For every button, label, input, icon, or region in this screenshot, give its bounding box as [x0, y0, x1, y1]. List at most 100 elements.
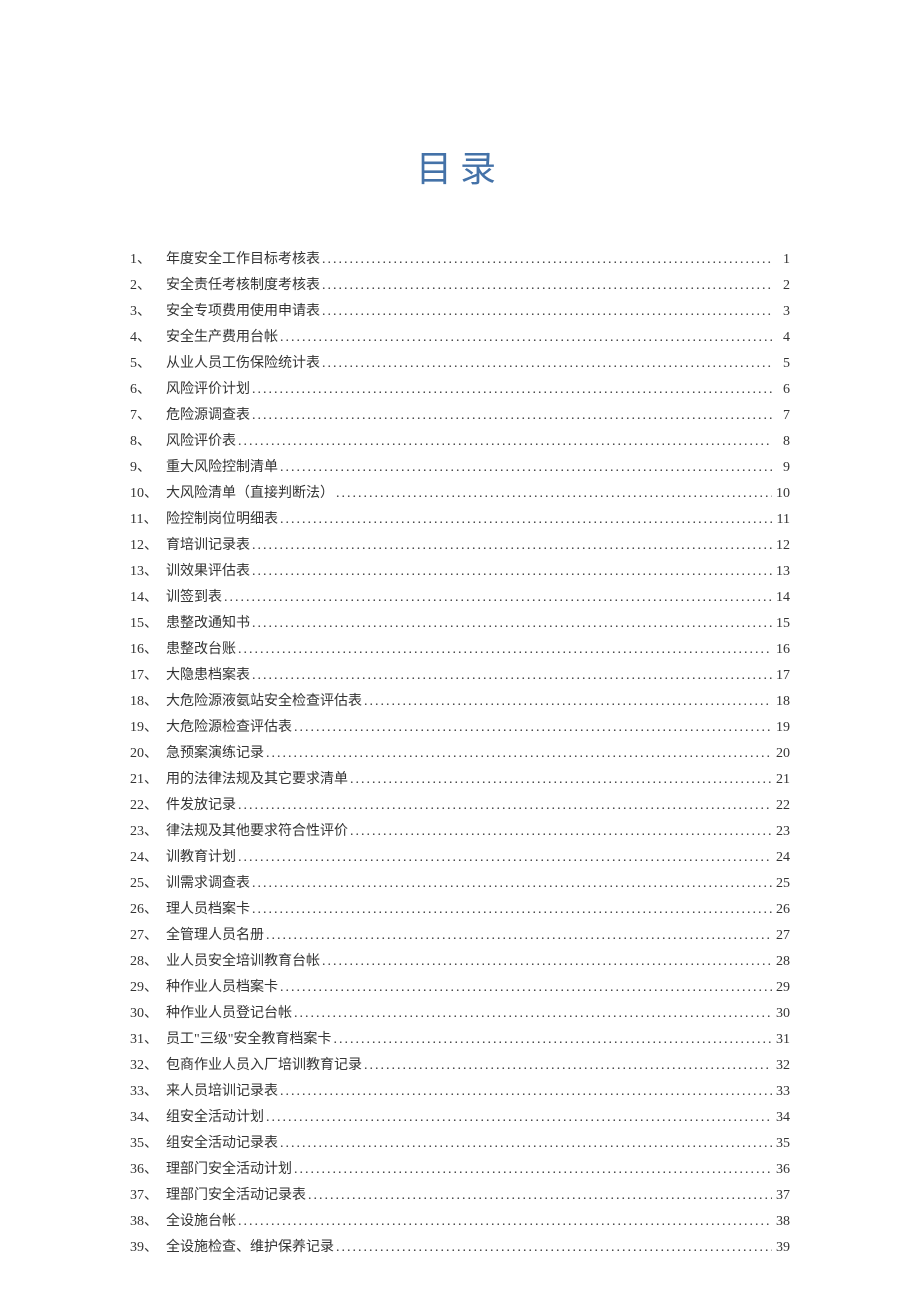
toc-leader-dots	[334, 481, 772, 507]
toc-number: 10、	[130, 481, 166, 507]
toc-entry[interactable]: 25、训需求调查表25	[130, 871, 790, 897]
toc-label: 件发放记录	[166, 793, 236, 819]
toc-label: 大危险源检查评估表	[166, 715, 292, 741]
toc-label: 包商作业人员入厂培训教育记录	[166, 1053, 362, 1079]
toc-entry[interactable]: 2、安全责任考核制度考核表2	[130, 273, 790, 299]
toc-leader-dots	[250, 871, 772, 897]
toc-number: 7、	[130, 403, 166, 429]
toc-page-number: 23	[772, 819, 790, 845]
toc-label: 从业人员工伤保险统计表	[166, 351, 320, 377]
toc-entry[interactable]: 18、大危险源液氨站安全检查评估表18	[130, 689, 790, 715]
toc-leader-dots	[320, 351, 772, 377]
toc-entry[interactable]: 32、包商作业人员入厂培训教育记录32	[130, 1053, 790, 1079]
toc-page-number: 31	[772, 1027, 790, 1053]
toc-entry[interactable]: 5、从业人员工伤保险统计表5	[130, 351, 790, 377]
toc-leader-dots	[264, 923, 772, 949]
toc-entry[interactable]: 11、险控制岗位明细表11	[130, 507, 790, 533]
toc-leader-dots	[278, 1131, 772, 1157]
toc-entry[interactable]: 14、训签到表14	[130, 585, 790, 611]
toc-leader-dots	[362, 689, 772, 715]
toc-entry[interactable]: 28、业人员安全培训教育台帐28	[130, 949, 790, 975]
toc-entry[interactable]: 37、理部门安全活动记录表37	[130, 1183, 790, 1209]
toc-entry[interactable]: 35、组安全活动记录表35	[130, 1131, 790, 1157]
toc-page-number: 25	[772, 871, 790, 897]
toc-number: 3、	[130, 299, 166, 325]
toc-page-number: 19	[772, 715, 790, 741]
toc-label: 种作业人员登记台帐	[166, 1001, 292, 1027]
toc-label: 大风险清单（直接判断法）	[166, 481, 334, 507]
toc-page-number: 13	[772, 559, 790, 585]
toc-page-number: 21	[772, 767, 790, 793]
toc-label: 理人员档案卡	[166, 897, 250, 923]
toc-label: 理部门安全活动记录表	[166, 1183, 306, 1209]
toc-leader-dots	[292, 1001, 772, 1027]
toc-entry[interactable]: 30、种作业人员登记台帐30	[130, 1001, 790, 1027]
toc-page-number: 10	[772, 481, 790, 507]
toc-entry[interactable]: 15、患整改通知书15	[130, 611, 790, 637]
toc-number: 6、	[130, 377, 166, 403]
toc-page-number: 12	[772, 533, 790, 559]
toc-label: 安全专项费用使用申请表	[166, 299, 320, 325]
toc-entry[interactable]: 26、理人员档案卡26	[130, 897, 790, 923]
toc-label: 风险评价表	[166, 429, 236, 455]
toc-entry[interactable]: 8、风险评价表8	[130, 429, 790, 455]
toc-leader-dots	[250, 403, 772, 429]
toc-leader-dots	[250, 533, 772, 559]
toc-number: 19、	[130, 715, 166, 741]
toc-number: 28、	[130, 949, 166, 975]
toc-entry[interactable]: 17、大隐患档案表17	[130, 663, 790, 689]
toc-page-number: 9	[772, 455, 790, 481]
toc-entry[interactable]: 22、件发放记录22	[130, 793, 790, 819]
toc-number: 36、	[130, 1157, 166, 1183]
toc-label: 大隐患档案表	[166, 663, 250, 689]
toc-entry[interactable]: 34、组安全活动计划34	[130, 1105, 790, 1131]
toc-entry[interactable]: 33、来人员培训记录表33	[130, 1079, 790, 1105]
toc-entry[interactable]: 6、风险评价计划6	[130, 377, 790, 403]
toc-number: 11、	[130, 507, 166, 533]
toc-entry[interactable]: 10、大风险清单（直接判断法） 10	[130, 481, 790, 507]
toc-entry[interactable]: 12、育培训记录表12	[130, 533, 790, 559]
toc-entry[interactable]: 9、重大风险控制清单9	[130, 455, 790, 481]
toc-label: 全设施台帐	[166, 1209, 236, 1235]
toc-leader-dots	[292, 1157, 772, 1183]
toc-entry[interactable]: 21、用的法律法规及其它要求清单21	[130, 767, 790, 793]
toc-entry[interactable]: 1、年度安全工作目标考核表1	[130, 247, 790, 273]
toc-number: 34、	[130, 1105, 166, 1131]
toc-number: 2、	[130, 273, 166, 299]
toc-page-number: 2	[772, 273, 790, 299]
toc-label: 危险源调查表	[166, 403, 250, 429]
toc-entry[interactable]: 23、律法规及其他要求符合性评价23	[130, 819, 790, 845]
toc-number: 9、	[130, 455, 166, 481]
toc-entry[interactable]: 19、大危险源检查评估表 19	[130, 715, 790, 741]
toc-number: 12、	[130, 533, 166, 559]
toc-leader-dots	[236, 793, 772, 819]
toc-entry[interactable]: 31、员工"三级"安全教育档案卡31	[130, 1027, 790, 1053]
toc-number: 17、	[130, 663, 166, 689]
toc-leader-dots	[348, 767, 772, 793]
toc-entry[interactable]: 4、安全生产费用台帐4	[130, 325, 790, 351]
toc-entry[interactable]: 16、患整改台账16	[130, 637, 790, 663]
toc-number: 38、	[130, 1209, 166, 1235]
toc-entry[interactable]: 38、全设施台帐38	[130, 1209, 790, 1235]
toc-entry[interactable]: 29、种作业人员档案卡29	[130, 975, 790, 1001]
toc-label: 业人员安全培训教育台帐	[166, 949, 320, 975]
toc-entry[interactable]: 20、急预案演练记录20	[130, 741, 790, 767]
toc-leader-dots	[306, 1183, 772, 1209]
toc-label: 训效果评估表	[166, 559, 250, 585]
toc-number: 32、	[130, 1053, 166, 1079]
toc-entry[interactable]: 3、安全专项费用使用申请表3	[130, 299, 790, 325]
toc-entry[interactable]: 24、训教育计划24	[130, 845, 790, 871]
toc-label: 用的法律法规及其它要求清单	[166, 767, 348, 793]
toc-leader-dots	[236, 637, 772, 663]
toc-leader-dots	[331, 1027, 772, 1053]
toc-entry[interactable]: 27、全管理人员名册27	[130, 923, 790, 949]
toc-entry[interactable]: 13、训效果评估表13	[130, 559, 790, 585]
toc-entry[interactable]: 36、理部门安全活动计划36	[130, 1157, 790, 1183]
toc-leader-dots	[236, 845, 772, 871]
toc-page-number: 11	[772, 507, 790, 533]
toc-leader-dots	[320, 273, 772, 299]
toc-entry[interactable]: 7、危险源调查表7	[130, 403, 790, 429]
toc-leader-dots	[264, 741, 772, 767]
toc-entry[interactable]: 39、全设施检查、维护保养记录39	[130, 1235, 790, 1261]
page-title: 目录	[130, 140, 790, 192]
